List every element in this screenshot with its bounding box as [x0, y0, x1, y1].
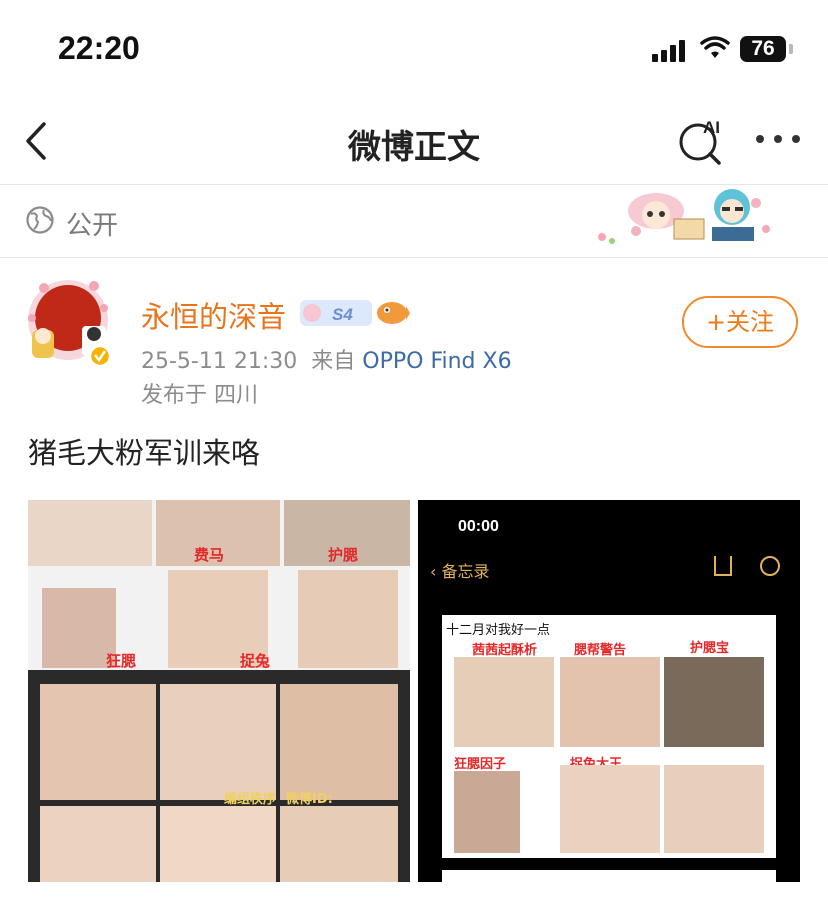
image-caption: 捉兔 — [240, 652, 271, 670]
face-photo — [560, 765, 660, 853]
image-caption: 狂腮 — [106, 652, 137, 670]
image-caption: 费马 — [194, 546, 225, 564]
face-photo — [160, 684, 276, 800]
username[interactable]: 永恒的深音 — [141, 294, 286, 336]
image-caption: 护腮宝 — [690, 641, 730, 656]
share-icon — [714, 556, 732, 576]
face-photo — [280, 684, 398, 800]
ai-label: AI — [703, 118, 720, 137]
face-photo — [160, 806, 276, 882]
memo-back-label: ‹ 备忘录 — [430, 562, 490, 581]
post-date: 25-5-11 21:30 — [141, 349, 298, 374]
post-location: 发布于 四川 — [141, 383, 258, 408]
image-caption: 狂腮因子 — [454, 757, 507, 772]
status-bar: 22:20 76 — [0, 0, 828, 100]
battery-icon: 76 — [740, 36, 786, 62]
face-photo — [664, 765, 764, 853]
follow-button[interactable]: +关注 — [682, 296, 798, 348]
memo-title: 十二月对我好一点 — [446, 623, 551, 638]
image-caption: 护腮 — [328, 546, 359, 564]
face-photo — [560, 657, 660, 747]
image-caption: 腮帮警告 — [574, 643, 627, 658]
user-badges: S4 — [300, 300, 410, 326]
visibility-label: 公开 — [66, 211, 119, 241]
post-meta: 25-5-11 21:30 来自 OPPO Find X6 — [141, 343, 512, 375]
post-image-2[interactable]: 00:00 ‹ 备忘录 十二月对我好一点 茜茜起酥析 腮帮警告 护腮宝 狂腮因子… — [418, 500, 800, 882]
memo-sheet-bottom — [442, 870, 776, 882]
face-photo — [664, 657, 764, 747]
face-photo — [280, 806, 398, 882]
wifi-icon — [700, 36, 730, 58]
face-photo — [40, 806, 156, 882]
memo-back-text: 备忘录 — [441, 562, 490, 581]
status-time: 22:20 — [58, 30, 140, 66]
face-photo — [40, 684, 156, 800]
level-badge: S4 — [332, 305, 353, 324]
visibility-row: 公开 — [0, 185, 828, 258]
face-photo — [454, 771, 520, 853]
cellular-signal-icon — [652, 40, 688, 62]
device-link[interactable]: OPPO Find X6 — [362, 349, 511, 374]
post-text: 猪毛大粉军训来咯 — [28, 436, 261, 470]
verified-badge-icon — [88, 344, 112, 368]
image-caption: 茜茜起酥析 — [472, 643, 538, 658]
face-photo — [298, 570, 398, 668]
source-prefix: 来自 — [311, 349, 356, 374]
ai-search-button[interactable]: AI — [676, 114, 728, 166]
face-photo — [28, 500, 152, 566]
image-caption: 微博ID: — [286, 792, 333, 807]
fish-badge-icon — [377, 302, 407, 324]
avatar[interactable] — [24, 278, 114, 368]
post-image-1[interactable]: 费马 护腮 狂腮 捉兔 编组秩序 微博ID: — [28, 500, 410, 882]
face-photo — [42, 588, 116, 668]
more-options-button[interactable] — [754, 132, 802, 146]
memo-sheet: 十二月对我好一点 茜茜起酥析 腮帮警告 护腮宝 狂腮因子 捉兔大王 — [442, 615, 776, 858]
phone-time: 00:00 — [458, 518, 499, 535]
face-photo — [454, 657, 554, 747]
more-circle-icon — [760, 556, 780, 576]
image-caption: 编组秩序 — [224, 792, 277, 807]
battery-tip — [789, 44, 793, 54]
nav-bar: 微博正文 AI — [0, 100, 828, 185]
globe-icon — [26, 206, 54, 234]
decoration-sticker — [598, 189, 770, 244]
